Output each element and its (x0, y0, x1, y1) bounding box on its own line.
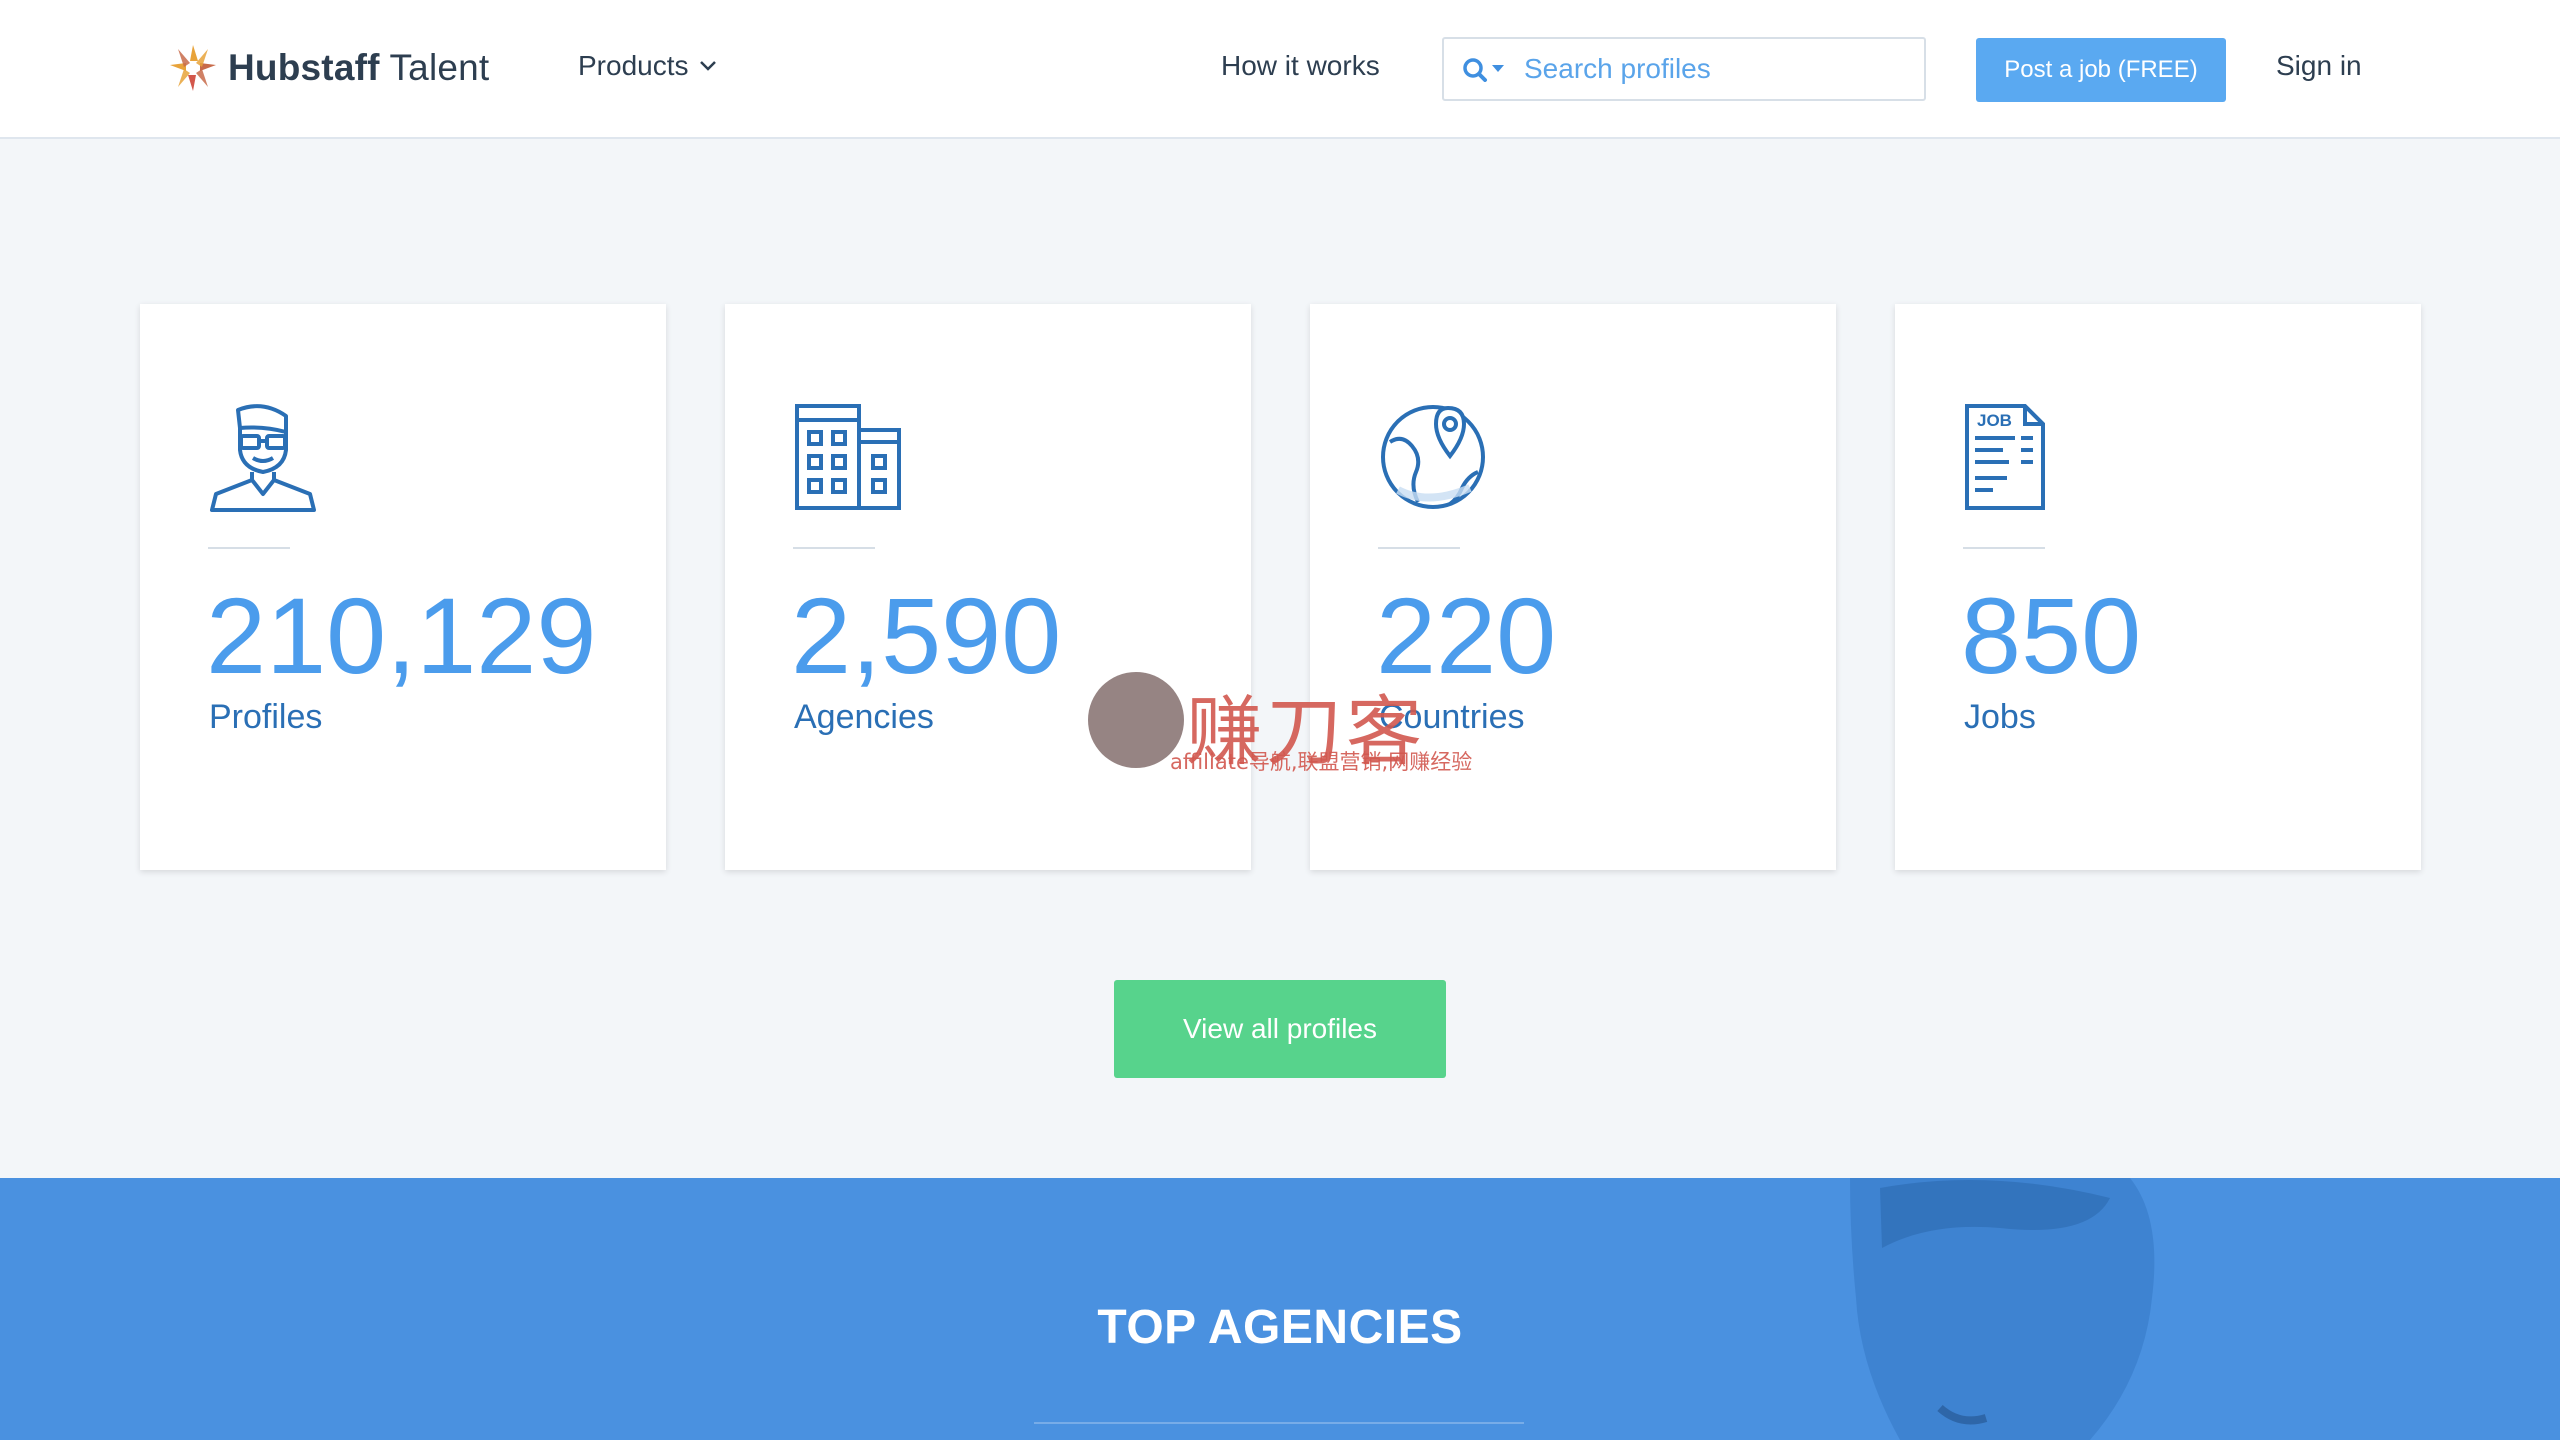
divider (208, 547, 290, 549)
stat-card-agencies: 2,590 Agencies (725, 304, 1251, 870)
divider (793, 547, 875, 549)
hubstaff-logo-icon (170, 45, 216, 91)
logo[interactable]: Hubstaff Talent (168, 42, 489, 94)
search-icon[interactable] (1462, 56, 1508, 82)
top-navbar: Hubstaff Talent Products How it works Po… (0, 0, 2560, 139)
nav-how-it-works-link[interactable]: How it works (1221, 50, 1380, 82)
chevron-down-icon (699, 61, 716, 71)
search-box[interactable] (1442, 37, 1926, 101)
logo-text: Hubstaff Talent (228, 47, 490, 88)
divider (1378, 547, 1460, 549)
job-icon-text: JOB (1977, 411, 2012, 430)
divider (1963, 547, 2045, 549)
stat-value: 210,129 (206, 575, 597, 696)
stat-card-profiles: 210,129 Profiles (140, 304, 666, 870)
section-title: TOP AGENCIES (1097, 1301, 1463, 1354)
stat-value: 850 (1961, 575, 2142, 696)
post-job-button[interactable]: Post a job (FREE) (1976, 38, 2226, 102)
stat-card-jobs: JOB 850 Jobs (1895, 304, 2421, 870)
job-document-icon: JOB (1965, 404, 2045, 510)
top-agencies-section: TOP AGENCIES (0, 1178, 2560, 1440)
globe-pin-icon (1381, 405, 1485, 509)
person-icon (210, 404, 316, 512)
watermark-subtitle: affiliate导航,联盟营销,网赚经验 (1170, 750, 1473, 774)
nav-products-dropdown[interactable]: Products (578, 50, 717, 82)
search-input[interactable] (1522, 52, 1906, 86)
sign-in-link[interactable]: Sign in (2276, 50, 2362, 82)
stat-label: Agencies (794, 698, 934, 736)
section-divider (1034, 1422, 1524, 1424)
building-icon (795, 404, 901, 510)
stat-label: Jobs (1964, 698, 2036, 736)
stat-card-countries: 220 Countries (1310, 304, 1836, 870)
view-all-profiles-button[interactable]: View all profiles (1114, 980, 1446, 1078)
watermark: 赚刀客 affiliate导航,联盟营销,网赚经验 (1086, 670, 1486, 780)
stat-value: 2,590 (791, 575, 1062, 696)
stat-label: Profiles (209, 698, 323, 736)
nav-products-label: Products (578, 50, 689, 81)
